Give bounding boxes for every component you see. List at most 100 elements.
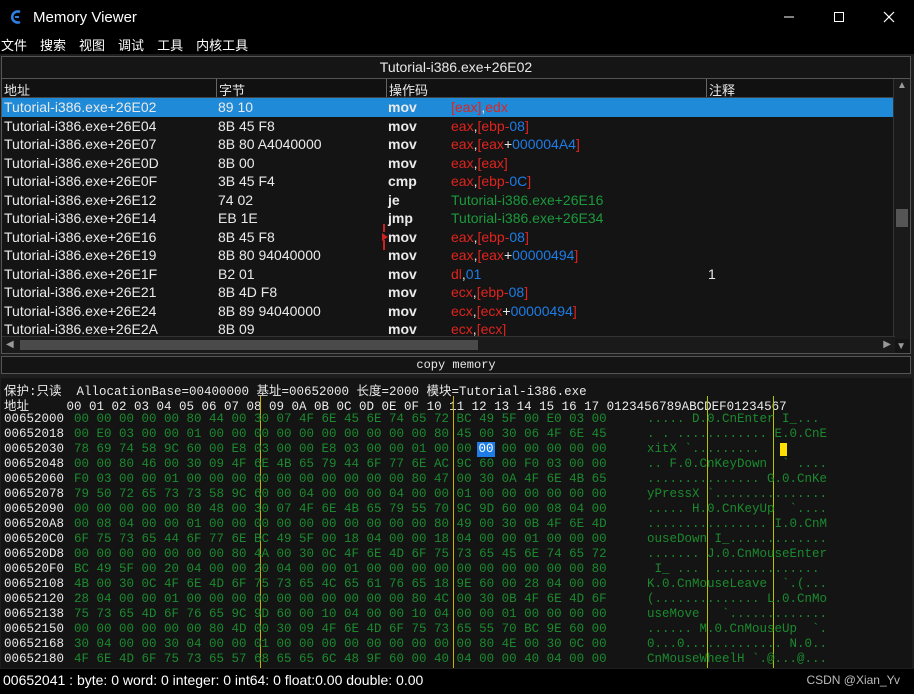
disassembly-row[interactable]: Tutorial-i386.exe+26E12 74 02 je Tutorial-i… <box>2 191 895 210</box>
disassembly-row[interactable]: Tutorial-i386.exe+26E1F B2 01 mov 1 dl,01 <box>2 265 895 284</box>
disassembler-address-header[interactable]: Tutorial-i386.exe+26E02 <box>2 57 910 79</box>
disassembly-row[interactable]: Tutorial-i386.exe+26E07 8B 80 A4040000 mov… <box>2 135 895 154</box>
operand-token: + <box>503 247 513 263</box>
selected-byte[interactable]: 00 <box>477 442 495 457</box>
hex-view-panel[interactable]: 保护:只读 AllocationBase=00400000 基址=0065200… <box>1 378 912 668</box>
column-header-bytes[interactable]: 字节 <box>219 80 245 99</box>
instruction-operands: ecx,[ebp-08] <box>451 283 528 302</box>
hex-row-bytes: 6F 75 73 65 44 6F 77 6E BC 49 5F 00 18 0… <box>74 532 607 546</box>
instruction-bytes: 74 02 <box>218 191 254 208</box>
instruction-address: Tutorial-i386.exe+26E16 <box>4 228 157 245</box>
hex-row-address: 00652138 <box>4 607 65 621</box>
opcode-mnemonic: mov <box>388 117 417 134</box>
operand-token: ecx <box>451 284 473 300</box>
instruction-bytes: EB 1E <box>218 210 258 226</box>
column-divider[interactable] <box>216 79 217 97</box>
horizontal-scrollbar[interactable]: ◀ ▶ <box>2 336 895 353</box>
instruction-bytes: 8B 4D F8 <box>218 284 278 300</box>
scroll-up-icon[interactable]: ▲ <box>897 80 907 91</box>
menu-item[interactable]: 工具 <box>156 35 189 54</box>
operand-token: ] <box>524 284 529 300</box>
operand-token: + <box>502 302 511 319</box>
hex-row-ascii: ouseDown I_............. <box>647 532 828 546</box>
hex-row-ascii: ...... M.0.CnMouseUp `. <box>647 622 828 636</box>
disassembly-row[interactable]: Tutorial-i386.exe+26E04 8B 45 F8 mov eax,[e… <box>2 117 895 136</box>
instruction-address: Tutorial-i386.exe+26E02 <box>4 99 157 115</box>
disassembly-row[interactable]: Tutorial-i386.exe+26E19 8B 80 94040000 mov… <box>2 246 895 265</box>
maximize-button[interactable] <box>814 0 864 34</box>
operand-token: eax <box>451 228 474 245</box>
operand-token: [ebp- <box>476 284 509 300</box>
opcode-mnemonic: mov <box>388 136 417 152</box>
hex-row-bytes: BC 49 5F 00 20 04 00 00 20 04 00 00 01 0… <box>74 562 607 576</box>
hex-row-bytes: 00 00 00 00 00 00 00 80 4A 00 30 0C 4F 6… <box>74 547 607 561</box>
menu-item[interactable]: 搜索 <box>39 35 72 54</box>
disassembly-row[interactable]: Tutorial-i386.exe+26E0D 8B 00 mov eax,[eax] <box>2 154 895 173</box>
copy-memory-button[interactable]: copy memory <box>1 356 911 374</box>
operand-token: 0C <box>509 173 528 189</box>
scroll-right-icon[interactable]: ▶ <box>883 339 891 350</box>
disassembly-row[interactable]: Tutorial-i386.exe+26E24 8B 89 94040000 mov… <box>2 302 895 321</box>
instruction-operands: eax,[ebp-08] <box>451 228 529 247</box>
operand-token: ] <box>524 228 529 245</box>
hex-row-bytes: 79 50 72 65 73 73 58 9C 60 00 04 00 00 0… <box>74 487 607 501</box>
close-button[interactable] <box>864 0 914 34</box>
operand-token: eax <box>451 247 474 263</box>
menu-item[interactable]: 视图 <box>78 35 111 54</box>
column-divider[interactable] <box>706 79 707 97</box>
operand-token: [ebp- <box>477 228 510 245</box>
instruction-address: Tutorial-i386.exe+26E04 <box>4 117 157 134</box>
disassembly-row[interactable]: Tutorial-i386.exe+26E16 8B 45 F8 mov eax,[e… <box>2 228 895 247</box>
column-divider[interactable] <box>386 79 387 97</box>
hex-row-address: 00652180 <box>4 652 65 666</box>
scroll-down-icon[interactable]: ▼ <box>896 341 906 352</box>
operand-token: ecx <box>451 302 473 319</box>
disassembly-list[interactable]: Tutorial-i386.exe+26E02 89 10 mov [eax],edx… <box>2 98 895 338</box>
menu-item[interactable]: 内核工具 <box>195 35 254 54</box>
menu-item[interactable]: 文件 <box>0 35 33 54</box>
disassembly-row[interactable]: Tutorial-i386.exe+26E21 8B 4D F8 mov ecx,[e… <box>2 283 895 302</box>
hex-row-ascii: ..... D.0.CnEnter I_... <box>647 412 820 426</box>
instruction-operands: Tutorial-i386.exe+26E34 <box>451 209 603 228</box>
operand-token: 000004A4 <box>512 136 576 152</box>
hex-row-address: 00652150 <box>4 622 65 636</box>
disassembly-row[interactable]: Tutorial-i386.exe+26E02 89 10 mov [eax],edx <box>2 98 895 117</box>
hex-row-bytes: 00 00 00 00 00 00 80 4D 00 30 09 4F 6E 4… <box>74 622 607 636</box>
opcode-mnemonic: mov <box>388 228 417 245</box>
hex-row-address: 00652168 <box>4 637 65 651</box>
disassembly-row[interactable]: Tutorial-i386.exe+26E14 EB 1E jmp Tutorial-… <box>2 209 895 228</box>
instruction-address: Tutorial-i386.exe+26E0F <box>4 173 158 189</box>
opcode-mnemonic: jmp <box>388 210 413 226</box>
close-icon <box>883 11 895 23</box>
instruction-bytes: B2 01 <box>218 265 255 282</box>
instruction-operands: eax,[eax] <box>451 154 508 173</box>
instruction-bytes: 89 10 <box>218 99 254 115</box>
hex-row-ascii: . . ............ E.0.CnE <box>647 427 828 441</box>
vertical-scrollbar[interactable]: ▲ <box>893 79 910 339</box>
minimize-button[interactable] <box>764 0 814 34</box>
instruction-bytes: 8B 89 94040000 <box>218 302 321 319</box>
instruction-address: Tutorial-i386.exe+26E07 <box>4 136 157 152</box>
jump-marker <box>383 240 385 250</box>
horizontal-scroll-thumb[interactable] <box>20 340 478 350</box>
hex-row-ascii: ..... H.0.CnKeyUp `.... <box>647 502 828 516</box>
vertical-scroll-thumb[interactable] <box>896 209 908 227</box>
scroll-left-icon[interactable]: ◀ <box>6 339 14 350</box>
column-header: 地址 字节 操作码 注释 <box>2 79 895 98</box>
column-header-comment[interactable]: 注释 <box>709 80 735 99</box>
status-bar: 00652041 : byte: 0 word: 0 integer: 0 in… <box>0 669 914 694</box>
column-header-address[interactable]: 地址 <box>4 80 30 99</box>
jump-marker <box>383 224 385 232</box>
column-header-opcode[interactable]: 操作码 <box>389 80 428 99</box>
operand-token: + <box>503 136 513 152</box>
opcode-mnemonic: mov <box>388 302 417 319</box>
hex-row-bytes: 00 00 80 46 00 30 09 4F 6E 4B 65 79 44 6… <box>74 457 607 471</box>
operand-token: 00000494 <box>512 247 575 263</box>
hex-row-bytes: 30 04 00 00 30 04 00 00 01 00 00 00 00 0… <box>74 637 607 651</box>
disassembly-row[interactable]: Tutorial-i386.exe+26E0F 3B 45 F4 cmp eax,[e… <box>2 172 895 191</box>
instruction-bytes: 8B 00 <box>218 154 255 171</box>
hex-row-address: 00652078 <box>4 487 65 501</box>
operand-token: ] <box>527 173 532 189</box>
menu-item[interactable]: 调试 <box>117 35 150 54</box>
instruction-address: Tutorial-i386.exe+26E0D <box>4 154 159 171</box>
